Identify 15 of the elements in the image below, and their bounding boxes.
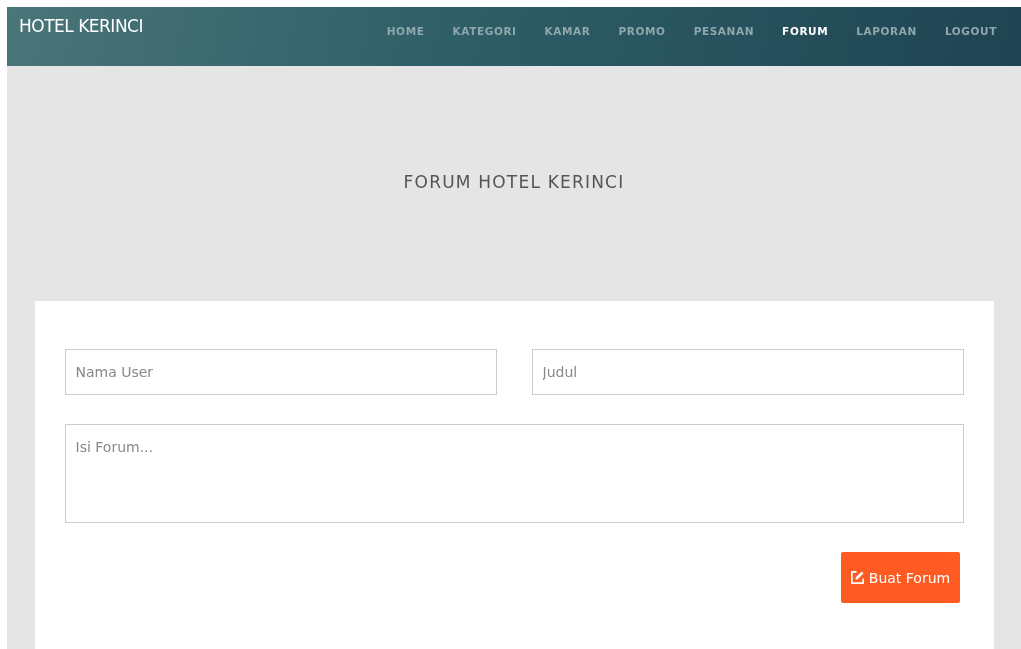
nav-link[interactable]: FORUM — [768, 25, 843, 37]
nav-link[interactable]: LOGOUT — [930, 25, 1011, 37]
site-brand-link[interactable]: HOTEL KERINCI — [19, 16, 143, 36]
nav-link[interactable]: LAPORAN — [842, 25, 931, 37]
nav-link[interactable]: PESANAN — [679, 25, 769, 37]
page-heading: FORUM HOTEL KERINCI — [403, 172, 625, 194]
nav-link[interactable]: KATEGORI — [438, 25, 531, 37]
edit-icon — [849, 570, 865, 585]
create-forum-button[interactable]: Buat Forum — [840, 552, 960, 603]
nav-link[interactable]: PROMO — [604, 25, 680, 37]
nav-link[interactable]: KAMAR — [530, 25, 605, 37]
title-input-field[interactable]: Judul — [531, 349, 964, 395]
nav-link[interactable]: HOME — [372, 25, 439, 37]
forum-text-area[interactable]: Isi Forum... — [64, 424, 964, 523]
name-input-field[interactable]: Nama User — [64, 349, 497, 395]
